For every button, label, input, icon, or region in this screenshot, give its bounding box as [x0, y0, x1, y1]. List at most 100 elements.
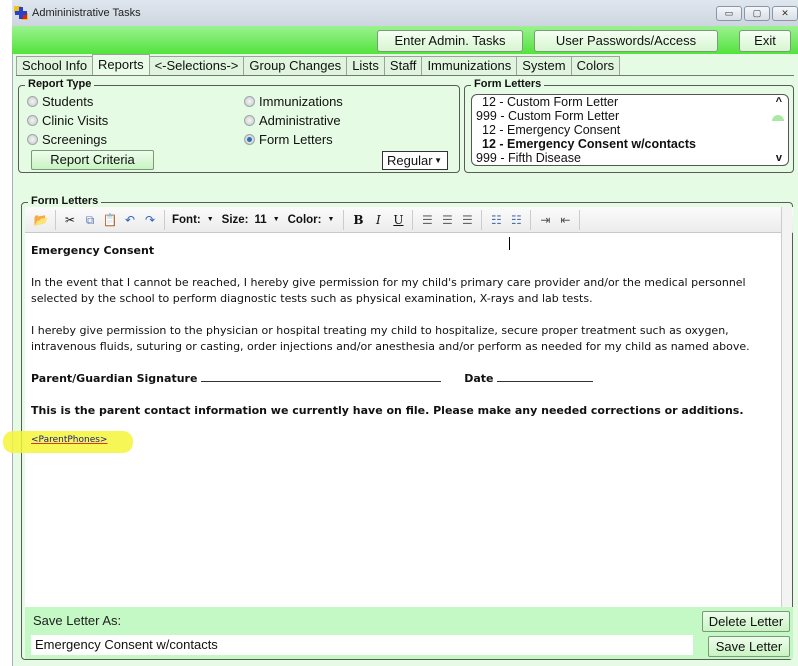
toolbar-separator [55, 209, 56, 230]
radio-checked-icon [244, 134, 255, 145]
close-icon: ✕ [781, 8, 789, 18]
tab-colors[interactable]: Colors [570, 56, 621, 75]
save-letter-name-input[interactable] [31, 635, 693, 655]
radio-form-letters[interactable]: Form Letters [244, 132, 333, 147]
radio-label: Immunizations [259, 94, 343, 109]
tab-selections[interactable]: <-Selections-> [148, 56, 245, 75]
enter-admin-tasks-button[interactable]: Enter Admin. Tasks [377, 30, 523, 52]
user-passwords-access-button[interactable]: User Passwords/Access [534, 30, 718, 52]
bullet-list-icon[interactable]: ☷ [487, 211, 505, 229]
radio-administrative[interactable]: Administrative [244, 113, 341, 128]
align-left-icon[interactable]: ☰ [418, 211, 436, 229]
letter-heading: Emergency Consent [31, 244, 155, 257]
redo-icon[interactable]: ↷ [141, 211, 159, 229]
editor-toolbar: 📂 ✂ ⧉ 📋 ↶ ↷ Font: ▼ Size: 11 ▼ Color: ▼ B I… [25, 207, 793, 233]
dropdown-caret-icon: ▼ [434, 156, 442, 165]
font-dropdown[interactable]: Font: [172, 214, 201, 226]
maximize-icon: ▢ [752, 8, 762, 18]
align-center-icon[interactable]: ☰ [438, 211, 456, 229]
tab-bar: School Info Reports <-Selections-> Group… [16, 54, 621, 76]
top-action-bar: Enter Admin. Tasks User Passwords/Access… [12, 26, 798, 54]
date-blank [497, 372, 594, 382]
toolbar-separator [530, 209, 532, 230]
toolbar-separator [164, 209, 165, 230]
form-letters-list-group: Form Letters 12 - Custom Form Letter 999… [464, 78, 794, 173]
scrollbar-thumb[interactable] [772, 115, 784, 121]
window-title: Admininistrative Tasks [32, 7, 141, 19]
contact-info-text: This is the parent contact information w… [31, 404, 744, 417]
radio-icon [244, 96, 255, 107]
letter-editor[interactable]: Emergency Consent In the event that I ca… [3, 233, 781, 607]
scroll-up-icon[interactable]: ^ [776, 96, 782, 108]
signature-blank [201, 372, 442, 382]
radio-clinic-visits[interactable]: Clinic Visits [27, 113, 108, 128]
tab-system[interactable]: System [516, 56, 572, 75]
radio-icon [27, 134, 38, 145]
report-mode-value: Regular [387, 153, 433, 168]
size-dropdown[interactable]: 11 [255, 214, 267, 226]
open-file-icon[interactable]: 📂 [32, 211, 50, 229]
date-label: Date [464, 372, 494, 385]
color-dropdown[interactable]: Color: [288, 214, 322, 226]
toolbar-separator [481, 209, 483, 230]
maximize-button[interactable]: ▢ [744, 6, 770, 21]
list-item[interactable]: 12 - Emergency Consent [472, 123, 788, 137]
radio-immunizations[interactable]: Immunizations [244, 94, 343, 109]
form-letter-editor-group: Form Letters 📂 ✂ ⧉ 📋 ↶ ↷ Font: ▼ Size: 11… [3, 195, 793, 660]
dropdown-caret-icon: ▼ [206, 216, 214, 223]
close-button[interactable]: ✕ [772, 6, 798, 21]
dropdown-caret-icon: ▼ [272, 216, 280, 223]
outdent-icon[interactable]: ⇤ [556, 211, 574, 229]
undo-icon[interactable]: ↶ [121, 211, 139, 229]
radio-screenings[interactable]: Screenings [27, 132, 107, 147]
copy-icon[interactable]: ⧉ [81, 211, 99, 229]
tab-group-changes[interactable]: Group Changes [243, 56, 348, 75]
signature-line: Parent/Guardian Signature Date [31, 371, 775, 387]
indent-icon[interactable]: ⇥ [536, 211, 554, 229]
radio-icon [27, 115, 38, 126]
bold-icon[interactable]: B [349, 211, 367, 229]
toolbar-separator [579, 209, 581, 230]
report-criteria-button[interactable]: Report Criteria [31, 150, 154, 170]
text-cursor [509, 237, 510, 250]
list-item[interactable]: 999 - Custom Form Letter [472, 109, 788, 123]
radio-label: Screenings [42, 132, 108, 147]
underline-icon[interactable]: U [389, 211, 407, 229]
size-label: Size: [221, 213, 249, 226]
paste-icon[interactable]: 📋 [101, 211, 119, 229]
letter-paragraph-2: I hereby give permission to the physicia… [31, 324, 750, 353]
tab-immunizations[interactable]: Immunizations [421, 56, 518, 75]
toolbar-separator [412, 209, 414, 230]
report-type-group: Report Type Students Clinic Visits Scree… [18, 78, 460, 173]
radio-label: Clinic Visits [42, 113, 109, 128]
radio-icon [27, 96, 38, 107]
report-type-legend: Report Type [25, 78, 95, 90]
radio-students[interactable]: Students [27, 94, 93, 109]
tab-lists[interactable]: Lists [346, 56, 385, 75]
italic-icon[interactable]: I [369, 211, 387, 229]
save-letter-label: Save Letter As: [33, 613, 122, 628]
numbered-list-icon[interactable]: ☷ [507, 211, 525, 229]
form-letters-listbox[interactable]: 12 - Custom Form Letter 999 - Custom For… [471, 94, 789, 166]
tab-divider [16, 75, 794, 76]
scroll-down-icon[interactable]: v [776, 152, 782, 164]
editor-scrollbar[interactable] [781, 207, 792, 607]
radio-label: Form Letters [259, 132, 333, 147]
tab-reports[interactable]: Reports [92, 54, 150, 75]
tab-school-info[interactable]: School Info [16, 56, 94, 75]
minimize-button[interactable]: ▭ [716, 6, 742, 21]
align-right-icon[interactable]: ☰ [458, 211, 476, 229]
list-item[interactable]: 12 - Custom Form Letter [472, 95, 788, 109]
title-bar: Admininistrative Tasks ▭ ▢ ✕ [12, 0, 798, 26]
cut-icon[interactable]: ✂ [61, 211, 79, 229]
parent-phones-merge-field[interactable]: <ParentPhones> [31, 435, 107, 445]
list-item[interactable]: 999 - Fifth Disease [472, 151, 788, 165]
delete-letter-button[interactable]: Delete Letter [702, 611, 790, 632]
radio-label: Administrative [259, 113, 341, 128]
report-mode-select[interactable]: Regular ▼ [382, 151, 448, 170]
list-item-selected[interactable]: 12 - Emergency Consent w/contacts [472, 137, 788, 151]
form-letters-list-legend: Form Letters [471, 78, 545, 90]
save-letter-button[interactable]: Save Letter [708, 636, 790, 657]
exit-button[interactable]: Exit [739, 30, 791, 52]
tab-staff[interactable]: Staff [383, 56, 423, 75]
